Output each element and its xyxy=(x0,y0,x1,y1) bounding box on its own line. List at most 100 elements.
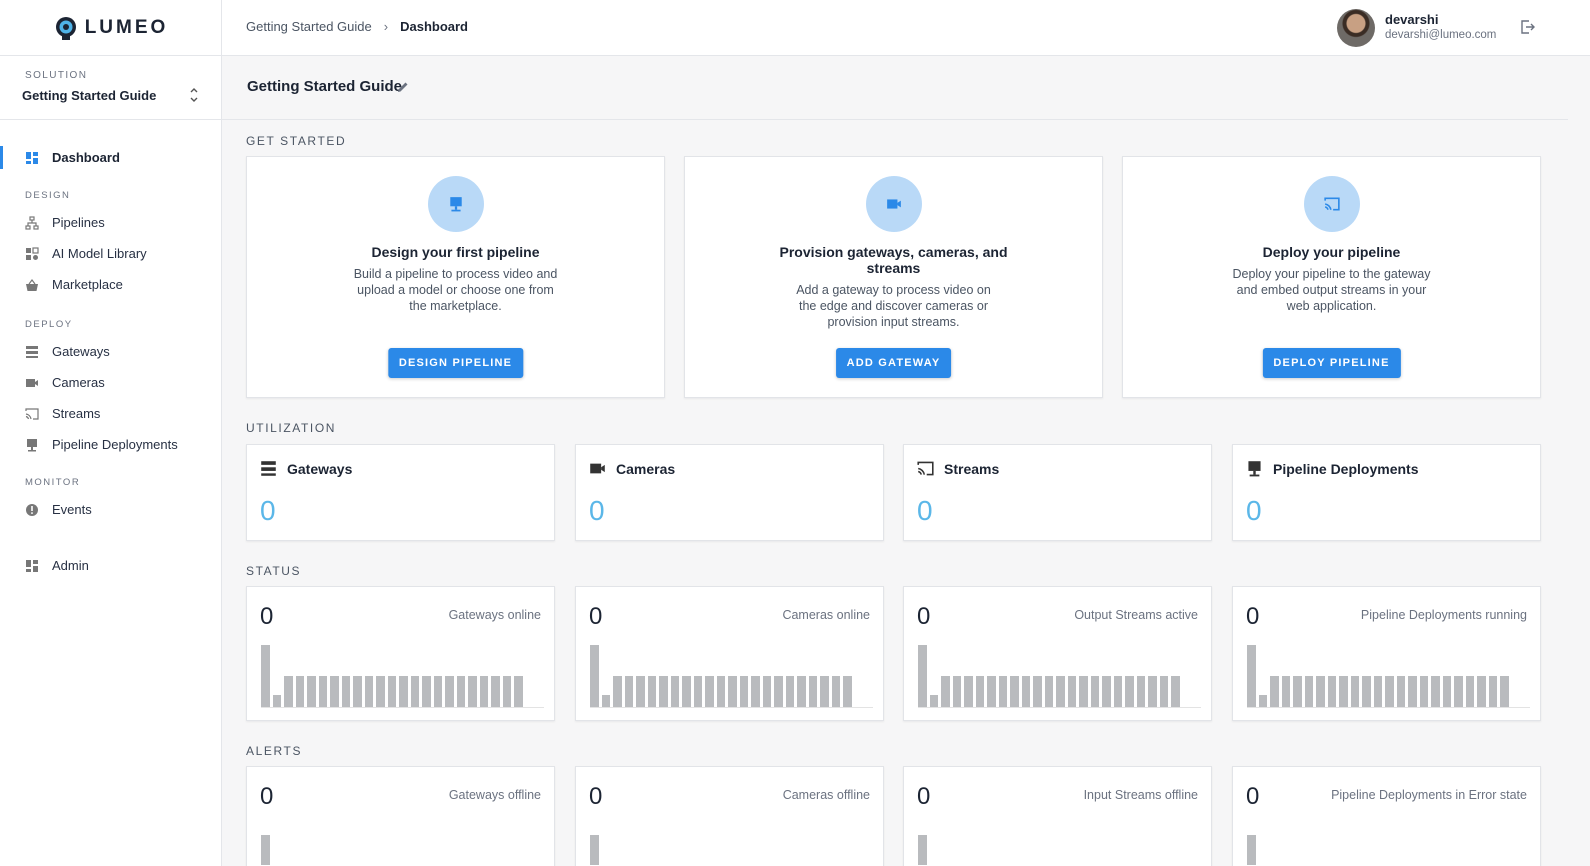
model-library-icon xyxy=(26,246,39,260)
sidebar-item-events[interactable]: Events xyxy=(0,494,221,525)
icon-circle xyxy=(865,176,922,232)
cast-icon xyxy=(917,461,934,476)
alert-value: 0 xyxy=(260,783,274,810)
user-menu[interactable]: devarshi devarshi@lumeo.com xyxy=(1337,9,1496,47)
sparkline-bar xyxy=(751,676,760,707)
sparkline-bar xyxy=(918,645,927,707)
alert-card[interactable]: 0 Cameras offline xyxy=(575,766,884,866)
sparkline-bar xyxy=(952,676,961,707)
gateway-icon xyxy=(26,345,38,358)
sparkline-bar xyxy=(624,676,633,707)
sparkline-bar xyxy=(1442,676,1451,707)
section-label-utilization: UTILIZATION xyxy=(246,421,337,435)
section-label-status: STATUS xyxy=(246,564,302,578)
sparkline-bar xyxy=(1079,676,1088,707)
status-value: 0 xyxy=(917,603,931,630)
utilization-card[interactable]: Streams 0 xyxy=(903,444,1212,541)
sparkline-bar xyxy=(1419,676,1428,707)
sparkline-bar xyxy=(1136,676,1145,707)
sidebar-item-streams[interactable]: Streams xyxy=(0,398,221,429)
icon-circle xyxy=(427,176,484,232)
sparkline-bar xyxy=(1033,676,1042,707)
sparkline-bar xyxy=(295,676,304,707)
sparkline-bar xyxy=(1396,676,1405,707)
sparkline-bar xyxy=(705,676,714,707)
sidebar-item-admin[interactable]: Admin xyxy=(0,550,221,581)
utilization-card[interactable]: Gateways 0 xyxy=(246,444,555,541)
sparkline-bar xyxy=(739,676,748,707)
alert-value: 0 xyxy=(589,783,603,810)
sparkline-bar xyxy=(1362,676,1371,707)
pipelines-icon xyxy=(25,215,39,230)
sparkline-bar xyxy=(318,676,327,707)
logo[interactable]: LUMEO xyxy=(0,0,221,56)
cast-icon xyxy=(25,407,39,420)
sidebar-item-pipelines[interactable]: Pipelines xyxy=(0,207,221,238)
sparkline-bar xyxy=(998,676,1007,707)
sparkline-chart xyxy=(590,645,873,708)
scrollbar[interactable] xyxy=(1568,56,1590,866)
sparkline-bar xyxy=(1293,676,1302,707)
sparkline-bar xyxy=(1258,695,1267,707)
sidebar-item-label: Pipelines xyxy=(52,215,105,230)
sidebar-item-cameras[interactable]: Cameras xyxy=(0,367,221,398)
sparkline-chart xyxy=(590,825,873,865)
sparkline-bar xyxy=(1247,835,1256,865)
edit-icon[interactable] xyxy=(396,80,410,94)
sparkline-bar xyxy=(479,676,488,707)
alert-label: Gateways offline xyxy=(448,788,541,802)
status-card[interactable]: 0 Output Streams active xyxy=(903,586,1212,721)
breadcrumb-current: Dashboard xyxy=(400,19,468,34)
alert-card[interactable]: 0 Gateways offline xyxy=(246,766,555,866)
sparkline-chart xyxy=(261,825,544,865)
sparkline-bar xyxy=(785,676,794,707)
utilization-card[interactable]: Pipeline Deployments 0 xyxy=(1232,444,1541,541)
user-name: devarshi xyxy=(1385,12,1439,27)
sparkline-bar xyxy=(659,676,668,707)
solution-selector[interactable]: SOLUTION Getting Started Guide xyxy=(0,56,221,120)
sidebar-item-marketplace[interactable]: Marketplace xyxy=(0,269,221,300)
sidebar-item-label: Streams xyxy=(52,406,101,421)
utilization-card[interactable]: Cameras 0 xyxy=(575,444,884,541)
alert-card[interactable]: 0 Pipeline Deployments in Error state xyxy=(1232,766,1541,866)
sparkline-bar xyxy=(716,676,725,707)
card-title: Provision gateways, cameras, and streams xyxy=(779,244,1008,276)
cast-icon xyxy=(1323,197,1340,211)
sparkline-bar xyxy=(353,676,362,707)
status-card[interactable]: 0 Gateways online xyxy=(246,586,555,721)
sparkline-bar xyxy=(1304,676,1313,707)
breadcrumb-parent[interactable]: Getting Started Guide xyxy=(246,19,372,34)
get-started-card: Deploy your pipeline Deploy your pipelin… xyxy=(1122,156,1541,398)
sparkline-bar xyxy=(613,676,622,707)
sparkline-bar xyxy=(284,676,293,707)
basket-icon xyxy=(26,278,38,291)
alert-circle-icon xyxy=(26,503,38,516)
status-card[interactable]: 0 Pipeline Deployments running xyxy=(1232,586,1541,721)
sparkline-bar xyxy=(456,676,465,707)
sparkline-bar xyxy=(1454,676,1463,707)
sparkline-bar xyxy=(1159,676,1168,707)
sidebar-item-ai-model-library[interactable]: AI Model Library xyxy=(0,238,221,269)
utilization-title: Pipeline Deployments xyxy=(1273,460,1419,477)
nav-section-design: DESIGN xyxy=(25,190,71,201)
sidebar-item-pipeline-deployments[interactable]: Pipeline Deployments xyxy=(0,429,221,460)
sidebar-item-gateways[interactable]: Gateways xyxy=(0,336,221,367)
get-started-card: Provision gateways, cameras, and streams… xyxy=(684,156,1103,398)
add-gateway-button[interactable]: ADD GATEWAY xyxy=(835,348,952,378)
design-pipeline-button[interactable]: DESIGN PIPELINE xyxy=(387,348,524,378)
sparkline-bar xyxy=(590,835,599,865)
pipeline-deployment-icon xyxy=(27,438,37,451)
sparkline-bar xyxy=(797,676,806,707)
status-label: Output Streams active xyxy=(1074,608,1198,622)
sparkline-bar xyxy=(468,676,477,707)
breadcrumb: Getting Started Guide › Dashboard xyxy=(246,19,468,34)
status-card[interactable]: 0 Cameras online xyxy=(575,586,884,721)
status-label: Cameras online xyxy=(782,608,870,622)
sidebar-item-dashboard[interactable]: Dashboard xyxy=(0,142,221,173)
logout-icon[interactable] xyxy=(1520,19,1536,35)
solution-value: Getting Started Guide xyxy=(22,88,157,103)
sparkline-bar xyxy=(1171,676,1180,707)
deploy-pipeline-button[interactable]: DEPLOY PIPELINE xyxy=(1262,348,1401,378)
alert-card[interactable]: 0 Input Streams offline xyxy=(903,766,1212,866)
sparkline-bar xyxy=(1067,676,1076,707)
